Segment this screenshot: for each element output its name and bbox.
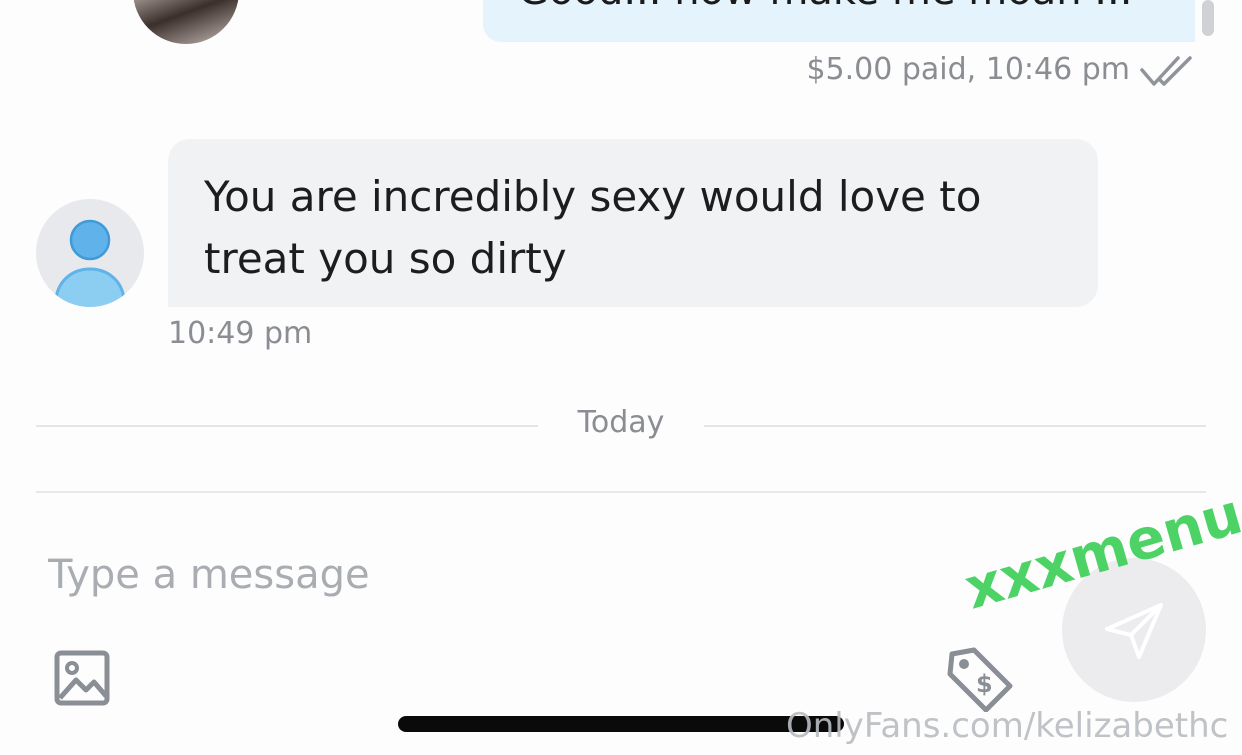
sender-avatar-top[interactable] [133,0,239,44]
user-avatar[interactable] [36,199,144,307]
outgoing-message-text: Good... now make me moan ... [518,0,1132,14]
composer-separator [36,491,1206,493]
divider-line-left [36,425,538,427]
svg-text:$: $ [976,670,993,698]
incoming-message-text: You are incredibly sexy would love to tr… [204,172,982,283]
image-icon [54,650,110,706]
day-divider-label: Today [577,405,665,440]
price-tag-icon: $ [947,647,1013,713]
add-media-button[interactable] [52,648,116,708]
message-input[interactable] [36,540,1010,610]
double-check-icon [1140,56,1192,86]
home-indicator [398,716,844,732]
outgoing-message-meta: $5.00 paid, 10:46 pm [806,52,1130,87]
incoming-message-time: 10:49 pm [168,316,313,351]
scrollbar-thumb[interactable] [1202,0,1214,36]
set-price-button[interactable]: $ [944,644,1016,713]
default-user-icon [54,219,126,307]
divider-line-right [704,425,1206,427]
send-icon [1105,603,1163,659]
watermark-url: OnlyFans.com/kelizabethc [786,706,1229,746]
